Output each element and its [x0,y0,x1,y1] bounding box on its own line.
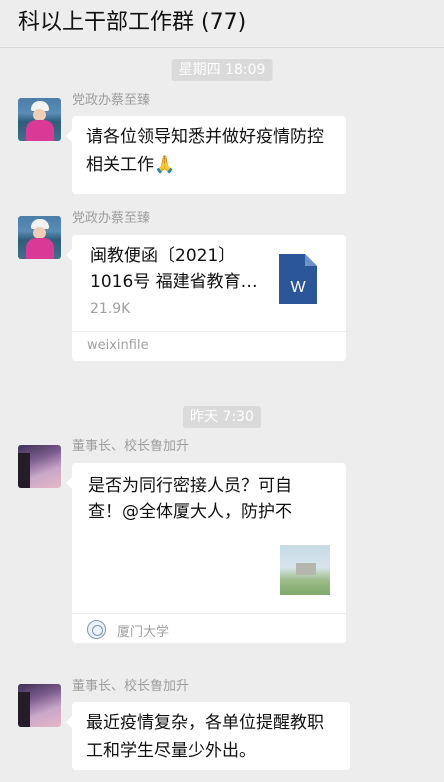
link-title: 是否为同行密接人员？可自查！@全体厦大人，防护不 [88,476,292,522]
text-message[interactable]: 请各位领导知悉并做好疫情防控相关工作🙏 [66,116,346,194]
card-footer: 厦门大学 [72,613,346,643]
file-name: 闽教便函〔2021〕1016号 福建省教育… [90,246,258,292]
avatar[interactable] [18,98,61,141]
chat-header: 科以上干部工作群 (77) [0,0,444,48]
xmu-logo-icon [87,620,106,639]
word-doc-icon: W [279,254,317,304]
sender-name: 董事长、校长鲁加升 [72,439,190,454]
svg-text:W: W [290,279,306,296]
link-thumbnail [280,545,330,595]
timestamp: 昨天 7:30 [183,406,261,428]
message-text: 最近疫情复杂，各单位提醒教职工和学生尽量少外出。 [86,713,324,761]
message-list[interactable]: 星期四 18:09 党政办蔡至臻 请各位领导知悉并做好疫情防控相关工作🙏 党政办… [0,48,444,782]
file-message[interactable]: 闽教便函〔2021〕1016号 福建省教育… 21.9K W weixinfil… [66,235,346,361]
sender-name: 党政办蔡至臻 [72,211,151,226]
chat-title: 科以上干部工作群 (77) [18,10,247,35]
file-source: weixinfile [87,338,149,353]
avatar[interactable] [18,445,61,488]
message-text: 请各位领导知悉并做好疫情防控相关工作🙏 [86,127,324,175]
sender-name: 党政办蔡至臻 [72,93,151,108]
avatar[interactable] [18,684,61,727]
card-footer: weixinfile [72,331,346,361]
file-size: 21.9K [90,301,131,317]
link-message[interactable]: 是否为同行密接人员？可自查！@全体厦大人，防护不 厦门大学 [66,463,346,643]
timestamp: 星期四 18:09 [171,59,273,81]
avatar[interactable] [18,216,61,259]
link-source: 厦门大学 [117,625,170,640]
text-message[interactable]: 最近疫情复杂，各单位提醒教职工和学生尽量少外出。 [66,702,350,770]
sender-name: 董事长、校长鲁加升 [72,679,190,694]
